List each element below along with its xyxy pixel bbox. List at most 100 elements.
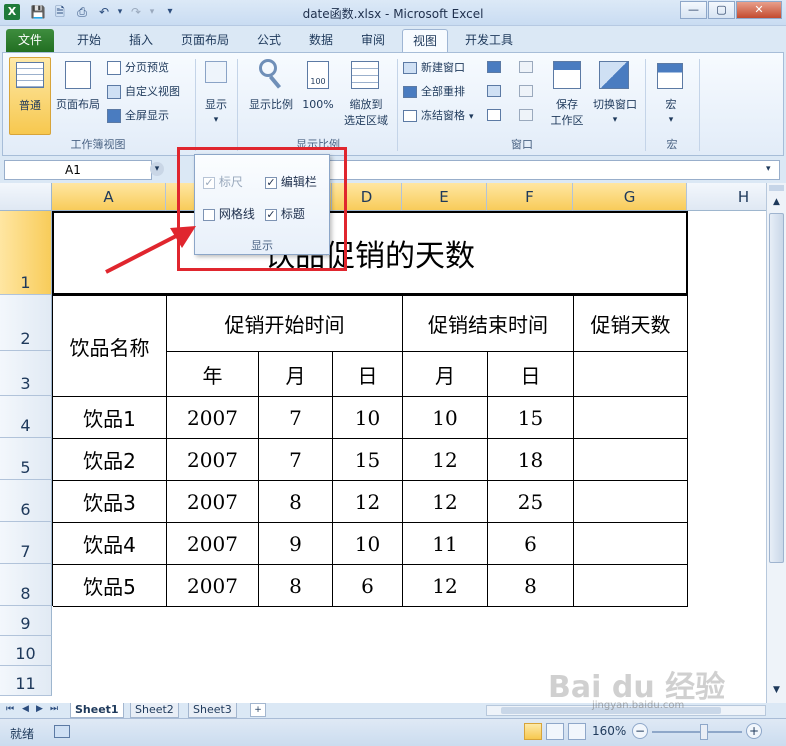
column-header-g[interactable]: G — [573, 183, 687, 211]
tab-developer[interactable]: 开发工具 — [456, 29, 522, 52]
expand-formula-bar-icon[interactable]: ▾ — [766, 164, 771, 174]
freeze-panes-button[interactable]: 冻结窗格 ▾ — [403, 107, 474, 125]
cell-start-day[interactable]: 6 — [333, 565, 403, 607]
cell-drink[interactable]: 饮品3 — [53, 481, 167, 523]
cell-end-month[interactable]: 12 — [403, 481, 488, 523]
cell-drink[interactable]: 饮品5 — [53, 565, 167, 607]
full-screen-button[interactable]: 全屏显示 — [107, 107, 169, 125]
cell-start-day[interactable]: 10 — [333, 523, 403, 565]
tab-file[interactable]: 文件 — [6, 29, 54, 52]
cell-drink[interactable]: 饮品1 — [53, 397, 167, 439]
tab-view[interactable]: 视图 — [402, 29, 448, 52]
zoom-slider-thumb[interactable] — [700, 724, 708, 740]
close-button[interactable]: ✕ — [736, 1, 782, 19]
zoom-slider-track[interactable] — [652, 731, 742, 733]
page-break-status-icon[interactable] — [568, 723, 586, 740]
row-header-4[interactable]: 4 — [0, 396, 52, 438]
vertical-scrollbar[interactable]: ▲ ▼ — [766, 183, 786, 703]
column-header-f[interactable]: F — [487, 183, 573, 211]
subheader-end-month-cell[interactable]: 月 — [403, 352, 488, 397]
zoom-in-icon[interactable]: + — [746, 723, 762, 739]
cell-year[interactable]: 2007 — [167, 397, 259, 439]
cell-end-day[interactable]: 18 — [488, 439, 574, 481]
row-header-10[interactable]: 10 — [0, 636, 52, 666]
minimize-button[interactable]: — — [680, 1, 707, 19]
cell-start-month[interactable]: 7 — [259, 397, 333, 439]
cell-days[interactable] — [574, 565, 688, 607]
new-window-button[interactable]: 新建窗口 — [403, 59, 465, 77]
cell-end-month[interactable]: 12 — [403, 439, 488, 481]
header-days-cell[interactable]: 促销天数 — [574, 296, 688, 352]
cell-start-day[interactable]: 10 — [333, 397, 403, 439]
sheet-tab-1[interactable]: Sheet1 — [70, 703, 124, 718]
cell-start-month[interactable]: 8 — [259, 565, 333, 607]
switch-windows-button[interactable]: 切换窗口 ▾ — [589, 57, 641, 129]
normal-view-button[interactable]: 普通 — [9, 57, 51, 135]
tab-home[interactable]: 开始 — [66, 29, 112, 52]
column-header-a[interactable]: A — [52, 183, 166, 211]
column-header-e[interactable]: E — [402, 183, 487, 211]
split-box[interactable] — [769, 185, 784, 191]
save-workspace-button[interactable]: 保存 工作区 — [545, 57, 589, 129]
row-header-6[interactable]: 6 — [0, 480, 52, 522]
cell-end-month[interactable]: 12 — [403, 565, 488, 607]
last-sheet-icon[interactable]: ⏭ — [50, 704, 58, 714]
row-header-9[interactable]: 9 — [0, 606, 52, 636]
header-end-cell[interactable]: 促销结束时间 — [403, 296, 574, 352]
show-button[interactable]: 显示 ▾ — [201, 57, 231, 127]
select-all-corner[interactable] — [0, 183, 52, 211]
cell-year[interactable]: 2007 — [167, 439, 259, 481]
cell-end-day[interactable]: 15 — [488, 397, 574, 439]
name-box[interactable]: A1 — [4, 160, 152, 180]
subheader-day-cell[interactable]: 日 — [333, 352, 403, 397]
scroll-up-icon[interactable]: ▲ — [769, 195, 784, 210]
macro-record-icon[interactable] — [54, 725, 70, 738]
cell-year[interactable]: 2007 — [167, 565, 259, 607]
split-icon[interactable] — [487, 61, 501, 73]
cell-days[interactable] — [574, 397, 688, 439]
custom-views-button[interactable]: 自定义视图 — [107, 83, 180, 101]
normal-view-status-icon[interactable] — [524, 723, 542, 740]
row-header-2[interactable]: 2 — [0, 295, 52, 351]
unhide-icon[interactable] — [487, 109, 501, 121]
scroll-thumb[interactable] — [769, 213, 784, 563]
tab-page-layout[interactable]: 页面布局 — [172, 29, 238, 52]
hide-icon[interactable] — [487, 85, 501, 97]
zoom-button[interactable]: 显示比例 — [243, 57, 299, 127]
row-header-1[interactable]: 1 — [0, 211, 52, 295]
scroll-down-icon[interactable]: ▼ — [769, 683, 784, 698]
cell-days[interactable] — [574, 481, 688, 523]
cell-days[interactable] — [574, 523, 688, 565]
page-break-preview-button[interactable]: 分页预览 — [107, 59, 169, 77]
cell-end-month[interactable]: 11 — [403, 523, 488, 565]
cell-drink[interactable]: 饮品2 — [53, 439, 167, 481]
page-layout-status-icon[interactable] — [546, 723, 564, 740]
prev-sheet-icon[interactable]: ◀ — [22, 704, 29, 714]
cell-year[interactable]: 2007 — [167, 523, 259, 565]
cell-drink[interactable]: 饮品4 — [53, 523, 167, 565]
first-sheet-icon[interactable]: ⏮ — [6, 704, 14, 714]
cell-days[interactable] — [574, 439, 688, 481]
cell-start-month[interactable]: 8 — [259, 481, 333, 523]
next-sheet-icon[interactable]: ▶ — [36, 704, 43, 714]
row-header-11[interactable]: 11 — [0, 666, 52, 696]
subheader-month-cell[interactable]: 月 — [259, 352, 333, 397]
cell-year[interactable]: 2007 — [167, 481, 259, 523]
header-start-cell[interactable]: 促销开始时间 — [167, 296, 403, 352]
page-layout-view-button[interactable]: 页面布局 — [53, 57, 103, 135]
cell-end-day[interactable]: 6 — [488, 523, 574, 565]
tab-data[interactable]: 数据 — [300, 29, 342, 52]
cell-start-day[interactable]: 12 — [333, 481, 403, 523]
name-box-dropdown-icon[interactable]: ▾ — [150, 162, 164, 176]
cell-start-month[interactable]: 9 — [259, 523, 333, 565]
zoom-to-selection-button[interactable]: 缩放到 选定区域 — [337, 57, 395, 129]
cell-end-month[interactable]: 10 — [403, 397, 488, 439]
zoom-level[interactable]: 160% — [592, 724, 626, 738]
column-header-h[interactable]: H — [687, 183, 766, 211]
row-header-7[interactable]: 7 — [0, 522, 52, 564]
tab-insert[interactable]: 插入 — [118, 29, 164, 52]
subheader-end-day-cell[interactable]: 日 — [488, 352, 574, 397]
cell-start-day[interactable]: 15 — [333, 439, 403, 481]
cell-start-month[interactable]: 7 — [259, 439, 333, 481]
sheet-tab-2[interactable]: Sheet2 — [130, 703, 179, 718]
